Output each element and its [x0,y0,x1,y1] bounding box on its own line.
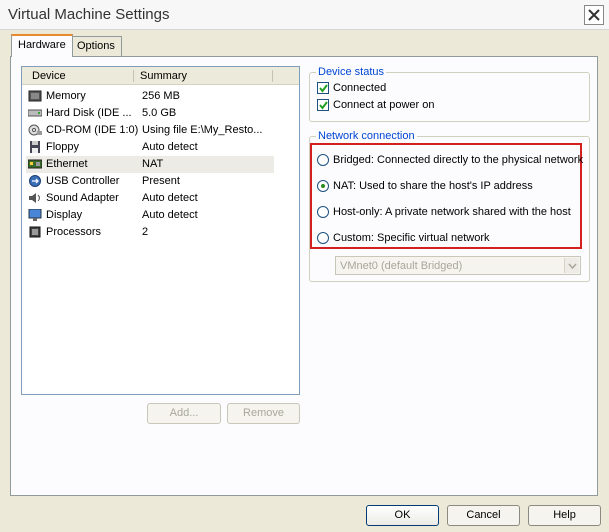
help-button[interactable]: Help [528,505,601,526]
device-row-memory[interactable]: Memory 256 MB [26,88,274,105]
ok-button[interactable]: OK [366,505,439,526]
device-status-group: Device status [309,66,590,122]
vmnet-select[interactable]: VMnet0 (default Bridged) [335,256,581,275]
sound-icon [29,193,40,203]
floppy-icon [30,141,40,153]
memory-icon [28,90,42,102]
custom-radio[interactable] [317,232,329,244]
title-bar: Virtual Machine Settings [0,0,609,30]
device-row-processors[interactable]: Processors 2 [26,224,274,241]
vmnet-select-value: VMnet0 (default Bridged) [340,260,463,272]
processor-icon [29,226,41,238]
connect-at-power-on-label[interactable]: Connect at power on [333,99,435,111]
checkmark-icon [319,101,328,110]
cancel-button[interactable]: Cancel [447,505,520,526]
tab-hardware[interactable]: Hardware [11,34,73,57]
display-icon [28,209,42,221]
device-row-floppy[interactable]: Floppy Auto detect [26,139,274,156]
connected-checkbox[interactable] [317,82,329,94]
bridged-radio[interactable] [317,154,329,166]
network-connection-legend: Network connection [318,130,415,142]
chevron-down-icon[interactable] [564,258,579,273]
connected-label[interactable]: Connected [333,82,386,94]
column-device[interactable]: Device [32,70,66,82]
device-row-display[interactable]: Display Auto detect [26,207,274,224]
window-title: Virtual Machine Settings [8,6,170,23]
nat-label[interactable]: NAT: Used to share the host's IP address [333,180,533,192]
host-only-radio[interactable] [317,206,329,218]
tab-options[interactable]: Options [70,36,122,56]
column-summary[interactable]: Summary [140,70,187,82]
device-status-legend: Device status [318,66,385,78]
device-row-usb-controller[interactable]: USB Controller Present [26,173,274,190]
device-list[interactable]: Device Summary Memory 256 MB Hard Disk (… [21,66,300,395]
device-row-sound-adapter[interactable]: Sound Adapter Auto detect [26,190,274,207]
device-row-hard-disk[interactable]: Hard Disk (IDE ... 5.0 GB [26,105,274,122]
nat-radio[interactable] [317,180,329,192]
ethernet-icon [28,159,42,169]
custom-label[interactable]: Custom: Specific virtual network [333,232,490,244]
device-list-header: Device Summary [22,67,299,85]
add-button[interactable]: Add... [147,403,221,424]
connect-at-power-on-checkbox[interactable] [317,99,329,111]
bridged-label[interactable]: Bridged: Connected directly to the physi… [333,154,583,166]
device-row-cd-rom[interactable]: CD-ROM (IDE 1:0) Using file E:\My_Resto.… [26,122,274,139]
usb-icon [29,175,41,187]
host-only-label[interactable]: Host-only: A private network shared with… [333,206,571,218]
remove-button[interactable]: Remove [227,403,300,424]
close-button[interactable] [584,5,604,25]
device-row-ethernet[interactable]: Ethernet NAT [26,156,274,173]
close-icon [588,9,600,21]
cd-rom-icon [28,124,42,136]
checkmark-icon [319,84,328,93]
hard-disk-icon [28,109,42,117]
